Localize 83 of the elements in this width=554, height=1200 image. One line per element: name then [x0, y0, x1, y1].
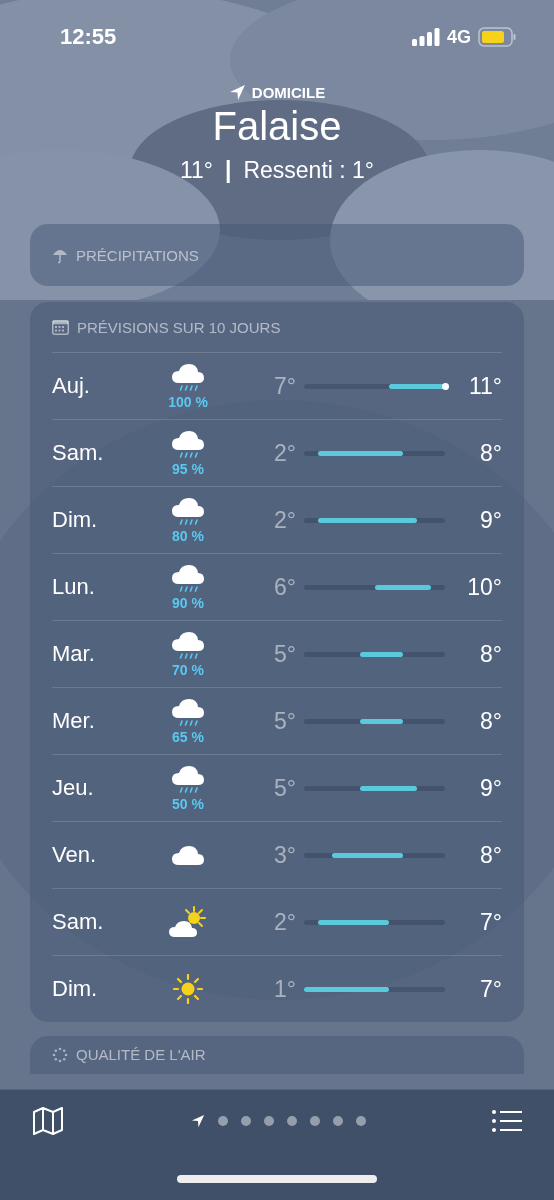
air-quality-card[interactable]: QUALITÉ DE L'AIR: [30, 1036, 524, 1074]
precipitation-chance: 50 %: [172, 795, 204, 812]
low-temperature: 2°: [273, 506, 296, 534]
low-temperature: 7°: [273, 372, 296, 400]
sun-icon: [173, 974, 203, 1004]
page-dot[interactable]: [332, 1116, 343, 1126]
location-label: DOMICILE: [251, 84, 326, 101]
list-button[interactable]: [490, 1108, 524, 1134]
low-temperature: 1°: [273, 975, 296, 1003]
day-label: Dim.: [52, 976, 99, 1002]
temperature-range-bar: [374, 584, 431, 590]
card-title: PRÉCIPITATIONS: [76, 246, 199, 264]
low-temperature: 2°: [273, 908, 296, 936]
network-label: 4G: [447, 26, 471, 48]
high-temperature: 8°: [479, 707, 502, 735]
map-icon: [32, 1107, 64, 1135]
card-title: PRÉVISIONS SUR 10 JOURS: [77, 318, 281, 336]
high-temperature: 8°: [479, 841, 502, 869]
precipitation-chance: 90 %: [172, 594, 204, 611]
rain-cloud-icon: [171, 764, 205, 795]
rain-cloud-icon: [171, 630, 205, 661]
precipitation-chance: 100 %: [168, 393, 208, 410]
page-dot[interactable]: [217, 1116, 228, 1126]
temperature-range-bar: [360, 785, 417, 791]
high-temperature: 7°: [479, 975, 502, 1003]
day-label: Jeu.: [52, 775, 95, 801]
high-temperature: 9°: [479, 506, 502, 534]
day-label: Mer.: [52, 708, 96, 734]
location-page-indicator[interactable]: [190, 1114, 205, 1128]
list-icon: [492, 1110, 522, 1132]
precipitation-card[interactable]: PRÉCIPITATIONS: [30, 224, 524, 286]
current-temperature: 11°: [179, 157, 213, 184]
map-button[interactable]: [30, 1105, 66, 1137]
signal-icon: [412, 28, 440, 46]
calendar-icon: [52, 319, 69, 335]
day-label: Ven.: [52, 842, 98, 868]
day-label: Sam.: [52, 440, 105, 466]
high-temperature: 7°: [479, 908, 502, 936]
temperature-range-bar: [388, 383, 445, 389]
clock-time: 12:55: [60, 24, 117, 50]
rain-cloud-icon: [171, 697, 205, 728]
temperature-range-bar: [332, 852, 403, 858]
separator: |: [225, 157, 232, 184]
location-arrow-icon: [228, 84, 246, 101]
page-dot[interactable]: [286, 1116, 297, 1126]
precipitation-chance: 95 %: [172, 460, 204, 477]
low-temperature: 5°: [273, 640, 296, 668]
temperature-range-bar: [318, 919, 389, 925]
high-temperature: 10°: [466, 573, 502, 601]
page-dot[interactable]: [309, 1116, 320, 1126]
rain-cloud-icon: [171, 362, 205, 393]
day-label: Lun.: [52, 574, 96, 600]
page-dot[interactable]: [240, 1116, 251, 1126]
high-temperature: 9°: [479, 774, 502, 802]
low-temperature: 2°: [273, 439, 296, 467]
precipitation-chance: 70 %: [172, 661, 204, 678]
rain-cloud-icon: [171, 563, 205, 594]
high-temperature: 11°: [467, 372, 502, 400]
dotted-circle-icon: [52, 1046, 68, 1063]
day-label: Dim.: [52, 507, 99, 533]
sun-behind-cloud-icon: [168, 906, 208, 938]
low-temperature: 5°: [273, 707, 296, 735]
temperature-range-bar: [360, 651, 403, 657]
low-temperature: 6°: [273, 573, 296, 601]
rain-cloud-icon: [171, 496, 205, 527]
feels-like-temperature: Ressenti : 1°: [243, 157, 375, 184]
city-name: Falaise: [212, 103, 342, 149]
day-label: Sam.: [52, 909, 105, 935]
low-temperature: 3°: [273, 841, 296, 869]
rain-cloud-icon: [171, 429, 205, 460]
precipitation-chance: 65 %: [172, 728, 204, 745]
low-temperature: 5°: [273, 774, 296, 802]
day-label: Auj.: [52, 373, 91, 399]
page-dot[interactable]: [263, 1116, 274, 1126]
battery-icon: [478, 27, 516, 47]
page-dot[interactable]: [355, 1116, 366, 1126]
card-title: QUALITÉ DE L'AIR: [76, 1046, 206, 1063]
high-temperature: 8°: [479, 439, 502, 467]
day-label: Mar.: [52, 641, 96, 667]
precipitation-chance: 80 %: [172, 527, 204, 544]
high-temperature: 8°: [479, 640, 502, 668]
temperature-range-bar: [360, 718, 403, 724]
cloud-icon: [171, 844, 205, 866]
